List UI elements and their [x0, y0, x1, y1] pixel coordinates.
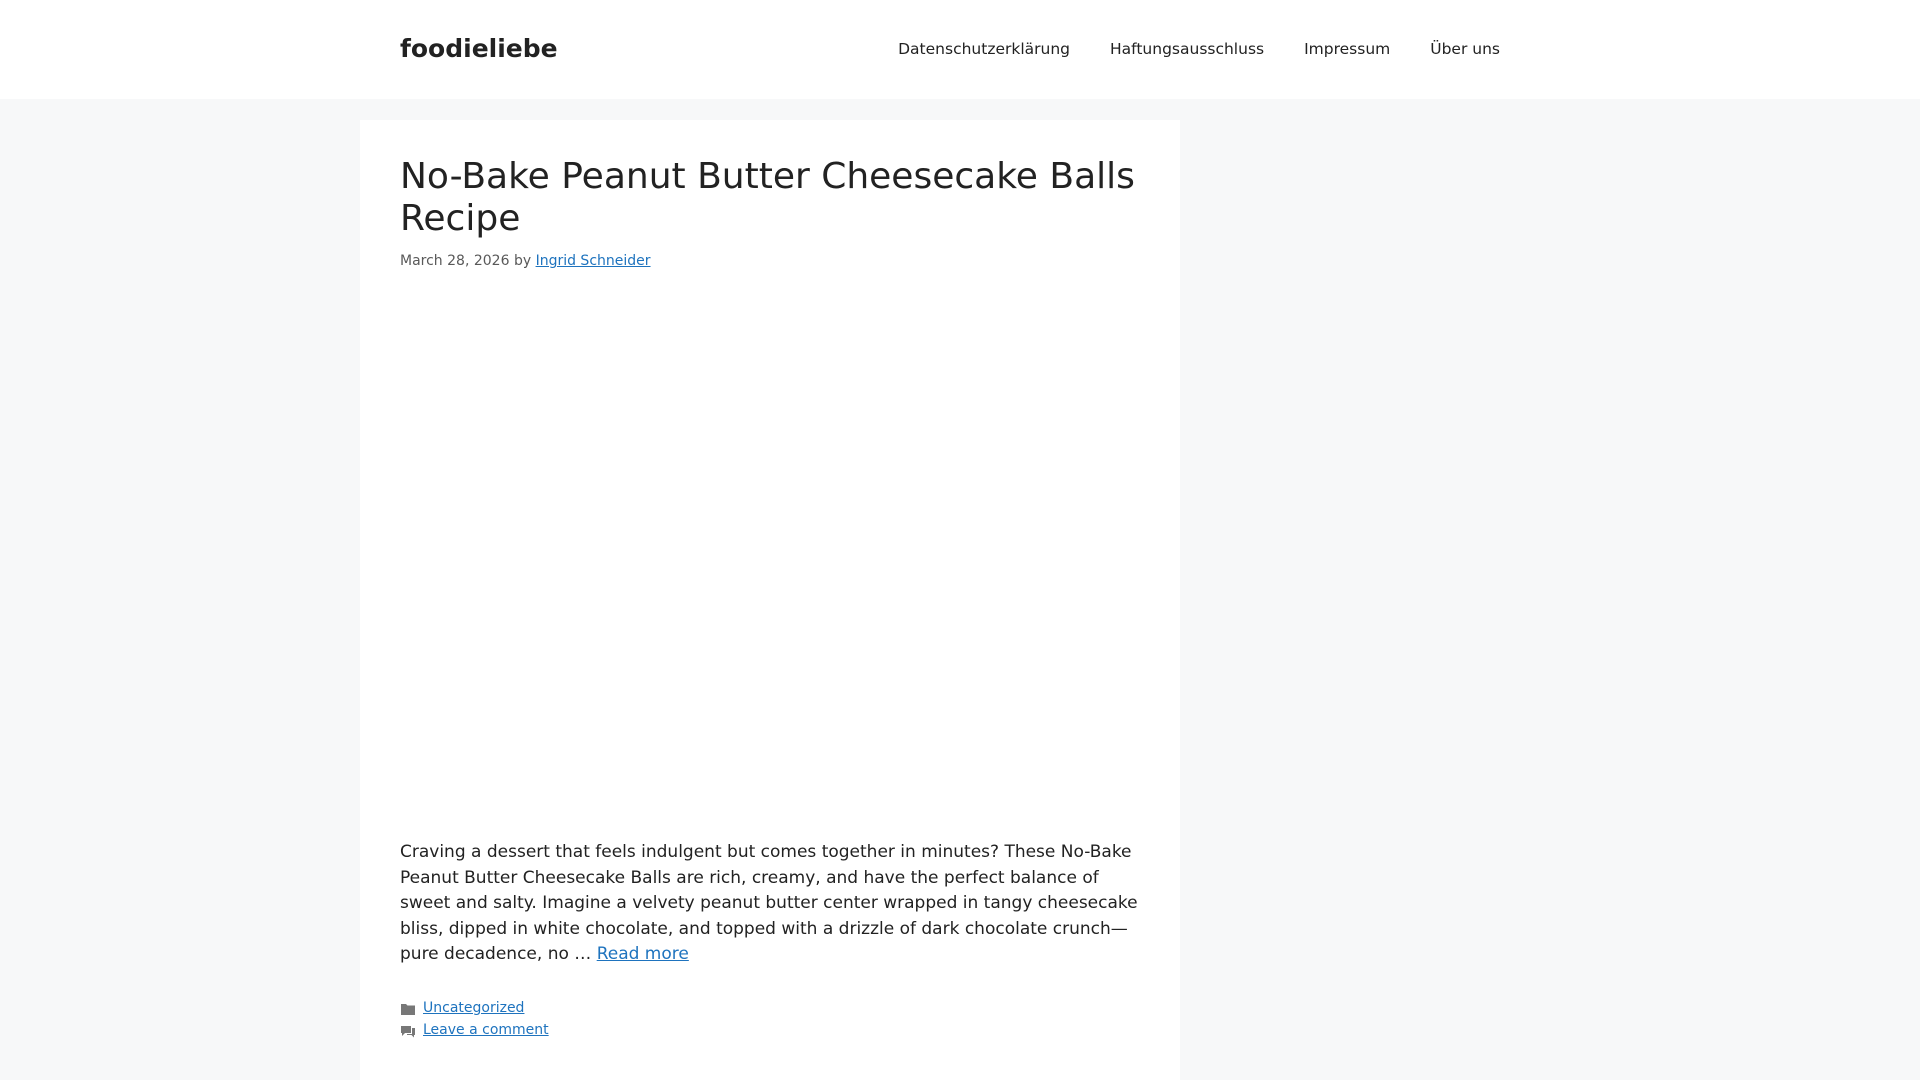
- post-by-label: by: [513, 253, 532, 269]
- post-footer: Uncategorized Leave a comment: [400, 997, 549, 1041]
- main-navigation: Datenschutzerklärung Haftungsausschluss …: [858, 38, 1500, 60]
- folder-icon: [400, 1001, 416, 1015]
- nav-item-datenschutzerklaerung[interactable]: Datenschutzerklärung: [898, 38, 1070, 60]
- site-header: foodieliebe Datenschutzerklärung Haftung…: [0, 0, 1920, 99]
- read-more-link[interactable]: Read more: [597, 944, 689, 964]
- post-article: No-Bake Peanut Butter Cheesecake Balls R…: [360, 120, 1180, 1080]
- nav-item-ueber-uns[interactable]: Über uns: [1430, 38, 1500, 60]
- post-excerpt: Craving a dessert that feels indulgent b…: [400, 840, 1145, 968]
- category-link[interactable]: Uncategorized: [423, 997, 524, 1019]
- post-excerpt-text: Craving a dessert that feels indulgent b…: [400, 842, 1138, 964]
- comment-icon: [400, 1023, 416, 1038]
- nav-item-impressum[interactable]: Impressum: [1304, 38, 1390, 60]
- post-category-row: Uncategorized: [400, 997, 549, 1019]
- post-date: March 28, 2026: [400, 253, 510, 269]
- post-title: No-Bake Peanut Butter Cheesecake Balls R…: [400, 156, 1135, 239]
- site-title-link[interactable]: foodieliebe: [400, 32, 558, 66]
- nav-item-haftungsausschluss[interactable]: Haftungsausschluss: [1110, 38, 1264, 60]
- post-author-link[interactable]: Ingrid Schneider: [536, 253, 651, 269]
- post-meta: March 28, 2026 by Ingrid Schneider: [400, 251, 651, 271]
- post-comment-row: Leave a comment: [400, 1019, 549, 1041]
- leave-comment-link[interactable]: Leave a comment: [423, 1019, 549, 1041]
